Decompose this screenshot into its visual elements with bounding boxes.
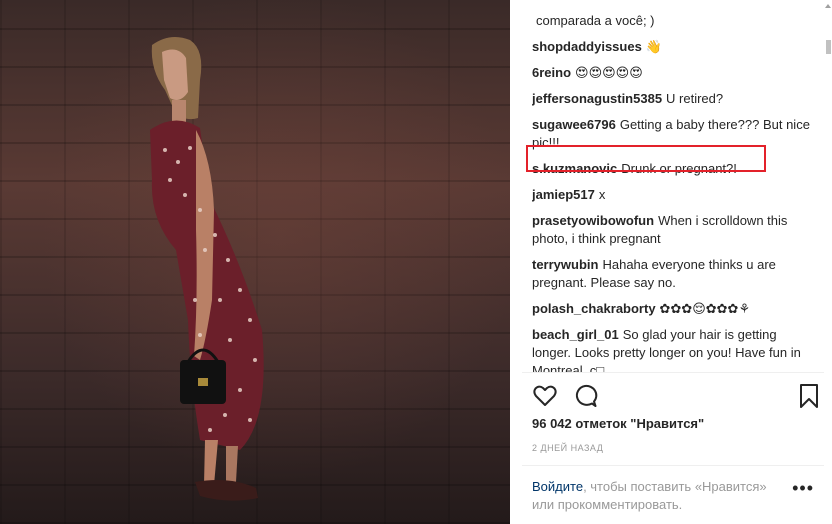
- comment-text: ✿✿✿😌✿✿✿⚘: [659, 301, 751, 316]
- bookmark-icon[interactable]: [796, 383, 822, 409]
- comment-text: U retired?: [666, 91, 724, 106]
- comment-username[interactable]: sugawee6796: [532, 117, 616, 132]
- comment-item: terrywubin Hahaha everyone thinks u are p…: [532, 256, 818, 292]
- comment-item: jeffersonagustin5385 U retired?: [532, 90, 818, 108]
- divider: [522, 372, 824, 373]
- scrollbar-thumb[interactable]: [826, 40, 831, 54]
- comment-text: 😍😍😍😍😍: [575, 65, 643, 80]
- comment-bubble-icon[interactable]: [572, 383, 598, 409]
- comment-username[interactable]: beach_girl_01: [532, 327, 619, 342]
- comment-item: jamiep517 x: [532, 186, 818, 204]
- comment-item: polash_chakraborty ✿✿✿😌✿✿✿⚘: [532, 300, 818, 318]
- comment-username[interactable]: 6reino: [532, 65, 571, 80]
- comment-username[interactable]: polash_chakraborty: [532, 301, 656, 316]
- comments-list[interactable]: comparada a você; ) shopdaddyissues 👋 6re…: [532, 0, 818, 372]
- comment-username[interactable]: jeffersonagustin5385: [532, 91, 662, 106]
- woman-in-polka-dot-dress-image: [150, 36, 264, 501]
- comment-text: 👋: [645, 39, 662, 54]
- comment-item: beach_girl_01 So glad your hair is gettin…: [532, 326, 818, 372]
- post-actions: [532, 383, 822, 411]
- comment-text: x: [598, 187, 606, 202]
- heart-icon[interactable]: [532, 383, 558, 409]
- post-date[interactable]: 2 ДНЕЙ НАЗАД: [532, 443, 603, 453]
- scroll-up-arrow-icon[interactable]: [825, 4, 831, 8]
- likes-count[interactable]: 96 042 отметок "Нравится": [532, 416, 704, 431]
- comment-username[interactable]: jamiep517: [532, 187, 595, 202]
- comment-username[interactable]: shopdaddyissues: [532, 39, 642, 54]
- more-options-icon[interactable]: •••: [792, 478, 814, 499]
- comment-item: comparada a você; ): [532, 12, 818, 30]
- comment-item: 6reino 😍😍😍😍😍: [532, 64, 818, 82]
- comment-text: comparada a você; ): [536, 13, 655, 28]
- comments-scrollbar[interactable]: [824, 0, 832, 372]
- login-link[interactable]: Войдите: [532, 479, 583, 494]
- comment-highlight-box: [526, 145, 766, 172]
- post-photo: [0, 0, 510, 524]
- comment-item: prasetyowibowofun When i scrolldown this …: [532, 212, 818, 248]
- divider: [522, 465, 824, 466]
- comment-username[interactable]: terrywubin: [532, 257, 598, 272]
- comment-item: shopdaddyissues 👋: [532, 38, 818, 56]
- comment-username[interactable]: prasetyowibowofun: [532, 213, 654, 228]
- post-panel: comparada a você; ) shopdaddyissues 👋 6re…: [510, 0, 832, 524]
- login-prompt: Войдите, чтобы поставить «Нравится» или …: [532, 478, 792, 514]
